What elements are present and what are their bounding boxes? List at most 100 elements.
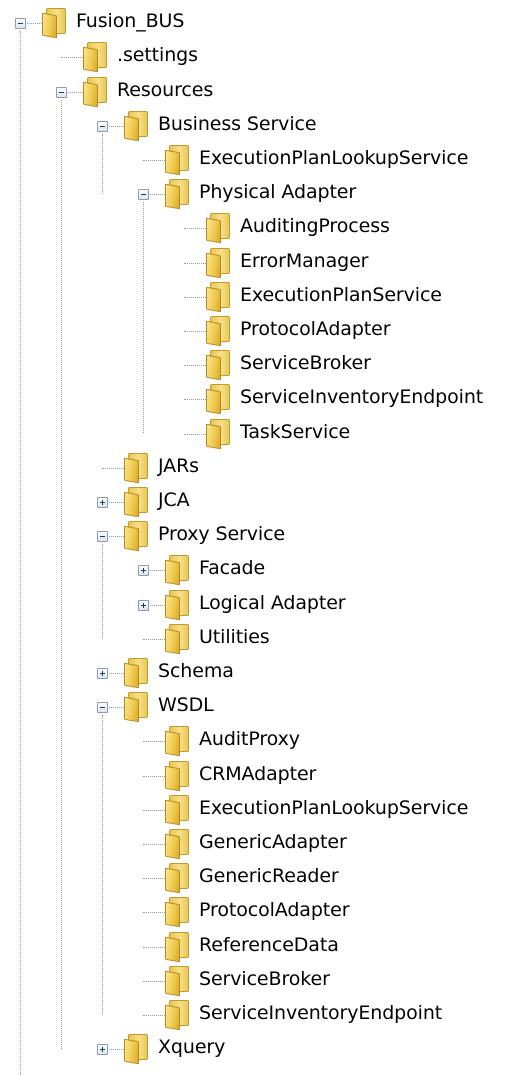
tree-node-label: GenericAdapter xyxy=(199,830,347,853)
folder-icon xyxy=(163,142,191,176)
folder-icon xyxy=(163,860,191,894)
tree-node-label: ExecutionPlanService xyxy=(240,283,442,306)
collapse-toggle-icon[interactable] xyxy=(97,121,108,132)
tree-connector-horizontal xyxy=(143,947,165,948)
tree-node-label: ServiceInventoryEndpoint xyxy=(199,1001,443,1024)
tree-node-label: ServiceBroker xyxy=(199,967,330,990)
folder-icon xyxy=(204,381,232,415)
tree-connector-horizontal xyxy=(184,297,206,298)
tree-connector-horizontal xyxy=(143,810,165,811)
tree-connector-horizontal xyxy=(184,399,206,400)
folder-icon xyxy=(122,450,150,484)
tree-node[interactable]: ReferenceData xyxy=(163,930,339,962)
tree-connector-horizontal xyxy=(143,912,165,913)
tree-connector-vertical xyxy=(102,715,103,1015)
tree-connector-horizontal xyxy=(184,228,206,229)
folder-icon xyxy=(122,518,150,552)
folder-icon xyxy=(163,176,191,210)
folder-icon xyxy=(122,1031,150,1065)
tree-node[interactable]: AuditProxy xyxy=(163,724,300,757)
tree-connector-horizontal xyxy=(143,776,165,777)
tree-node[interactable]: ServiceInventoryEndpoint xyxy=(204,381,484,415)
tree-node[interactable]: ProtocolAdapter xyxy=(204,314,391,347)
folder-icon xyxy=(204,245,232,278)
tree-node-label: Proxy Service xyxy=(158,523,286,546)
folder-icon xyxy=(163,792,191,826)
tree-node[interactable]: Fusion_BUS xyxy=(40,5,184,39)
folder-icon xyxy=(163,826,191,860)
tree-node[interactable]: CRMAdapter xyxy=(163,759,317,791)
tree-node-label: Schema xyxy=(158,659,234,682)
tree-node-label: ProtocolAdapter xyxy=(240,317,391,340)
collapse-toggle-icon[interactable] xyxy=(15,18,26,29)
folder-icon xyxy=(122,689,150,723)
tree-node-label: Physical Adapter xyxy=(199,181,357,204)
tree-connector-horizontal xyxy=(143,741,165,742)
tree-node[interactable]: ServiceInventoryEndpoint xyxy=(163,998,443,1031)
tree-node-label: AuditingProcess xyxy=(240,215,390,238)
tree-node-label: ErrorManager xyxy=(240,249,369,272)
collapse-toggle-icon[interactable] xyxy=(97,531,108,542)
tree-node[interactable]: AuditingProcess xyxy=(204,211,390,244)
expand-toggle-icon[interactable] xyxy=(97,668,108,679)
tree-node[interactable]: ErrorManager xyxy=(204,245,369,278)
tree-node[interactable]: Logical Adapter xyxy=(163,587,346,620)
tree-connector-horizontal xyxy=(143,639,165,640)
tree-node[interactable]: Proxy Service xyxy=(122,518,286,552)
tree-node[interactable]: Xquery xyxy=(122,1031,226,1065)
folder-icon xyxy=(163,587,191,620)
tree-node[interactable]: Physical Adapter xyxy=(163,176,357,210)
folder-icon xyxy=(163,552,191,586)
tree-node[interactable]: ExecutionPlanService xyxy=(204,280,442,313)
tree-node[interactable]: Facade xyxy=(163,552,265,586)
tree-node[interactable]: ServiceBroker xyxy=(204,347,371,381)
tree-node-label: CRMAdapter xyxy=(199,762,317,785)
tree-node[interactable]: Schema xyxy=(122,655,234,689)
tree-connector-horizontal xyxy=(143,981,165,982)
tree-node-label: ExecutionPlanLookupService xyxy=(199,796,469,819)
folder-icon xyxy=(81,39,109,73)
tree-node-label: Business Service xyxy=(158,112,317,135)
expand-toggle-icon[interactable] xyxy=(97,1044,108,1055)
tree-node[interactable]: WSDL xyxy=(122,689,214,723)
tree-node-label: .settings xyxy=(117,44,198,67)
expand-toggle-icon[interactable] xyxy=(97,497,108,508)
tree-node-label: ProtocolAdapter xyxy=(199,899,350,922)
tree-node-label: GenericReader xyxy=(199,865,339,888)
tree-connector-horizontal xyxy=(184,434,206,435)
tree-connector-horizontal xyxy=(143,878,165,879)
tree-node[interactable]: ProtocolAdapter xyxy=(163,894,350,928)
tree-node[interactable]: ExecutionPlanLookupService xyxy=(163,142,469,176)
tree-node[interactable]: ExecutionPlanLookupService xyxy=(163,792,469,826)
folder-icon xyxy=(122,655,150,689)
tree-node[interactable]: ServiceBroker xyxy=(163,964,330,997)
tree-node[interactable]: Resources xyxy=(81,75,214,107)
folder-icon xyxy=(40,5,68,39)
folder-icon xyxy=(204,347,232,381)
collapse-toggle-icon[interactable] xyxy=(97,702,108,713)
tree-connector-horizontal xyxy=(61,57,83,58)
tree-node[interactable]: JARs xyxy=(122,450,199,484)
tree-connector-horizontal xyxy=(102,468,124,469)
tree-node[interactable]: Business Service xyxy=(122,109,317,142)
tree-node-label: Resources xyxy=(117,78,214,101)
tree-node-label: Xquery xyxy=(158,1036,226,1059)
tree-connector-horizontal xyxy=(143,844,165,845)
tree-node-label: ServiceInventoryEndpoint xyxy=(240,386,484,409)
tree-node[interactable]: GenericAdapter xyxy=(163,826,347,860)
tree-node[interactable]: JCA xyxy=(122,485,190,518)
collapse-toggle-icon[interactable] xyxy=(56,87,67,98)
tree-node-label: AuditProxy xyxy=(199,728,300,751)
folder-icon xyxy=(163,894,191,928)
tree-node[interactable]: TaskService xyxy=(204,417,350,449)
tree-node[interactable]: Utilities xyxy=(163,622,270,655)
collapse-toggle-icon[interactable] xyxy=(138,189,149,200)
tree-node[interactable]: .settings xyxy=(81,39,198,73)
expand-toggle-icon[interactable] xyxy=(138,600,149,611)
expand-toggle-icon[interactable] xyxy=(138,565,149,576)
tree-connector-vertical xyxy=(20,31,21,1075)
tree-node-label: ReferenceData xyxy=(199,933,339,956)
tree-node-label: ExecutionPlanLookupService xyxy=(199,146,469,169)
tree-node[interactable]: GenericReader xyxy=(163,860,339,894)
tree-node-label: Utilities xyxy=(199,625,270,648)
